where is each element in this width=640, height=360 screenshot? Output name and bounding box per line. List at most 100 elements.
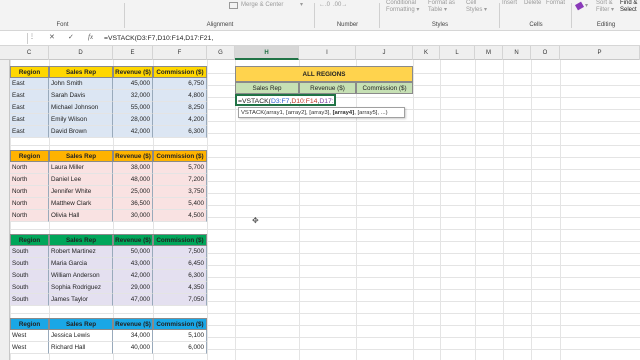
table-cell[interactable]: Maria Garcia xyxy=(49,258,113,270)
merge-center-icon[interactable] xyxy=(229,2,238,9)
function-tooltip[interactable]: VSTACK(array1, [array2], [array3], [arra… xyxy=(238,107,405,118)
formula-input[interactable] xyxy=(104,32,636,44)
table-header-cell[interactable]: Revenue ($) xyxy=(113,234,153,246)
table-cell[interactable]: 29,000 xyxy=(113,282,153,294)
table-cell[interactable]: North xyxy=(10,198,49,210)
all-regions-header-cell[interactable]: Sales Rep xyxy=(235,82,299,94)
column-header-l[interactable]: L xyxy=(440,46,475,60)
find-select-button[interactable]: Find & Select xyxy=(620,0,637,14)
table-header-cell[interactable]: Sales Rep xyxy=(49,234,113,246)
clear-eraser-icon[interactable] xyxy=(574,1,585,11)
table-cell[interactable]: Michael Johnson xyxy=(49,102,113,114)
clear-dropdown-icon[interactable]: ▾ xyxy=(585,3,588,10)
table-cell[interactable]: 42,000 xyxy=(113,126,153,138)
column-header-n[interactable]: N xyxy=(503,46,531,60)
column-header-f[interactable]: F xyxy=(153,46,207,60)
table-cell[interactable]: William Anderson xyxy=(49,270,113,282)
table-cell[interactable]: 7,200 xyxy=(153,174,207,186)
table-cell[interactable]: North xyxy=(10,186,49,198)
table-cell[interactable]: Emily Wilson xyxy=(49,114,113,126)
table-cell[interactable]: 5,100 xyxy=(153,330,207,342)
table-cell[interactable]: 50,000 xyxy=(113,246,153,258)
column-header-k[interactable]: K xyxy=(413,46,440,60)
table-header-cell[interactable]: Sales Rep xyxy=(49,150,113,162)
table-cell[interactable]: Robert Martinez xyxy=(49,246,113,258)
table-cell[interactable]: North xyxy=(10,174,49,186)
delete-button[interactable]: Delete xyxy=(524,0,541,7)
table-cell[interactable]: 47,000 xyxy=(113,294,153,306)
table-cell[interactable]: 5,400 xyxy=(153,198,207,210)
enter-icon[interactable]: ✓ xyxy=(68,33,74,41)
table-cell[interactable]: 6,450 xyxy=(153,258,207,270)
table-header-cell[interactable]: Revenue ($) xyxy=(113,318,153,330)
table-cell[interactable]: Jessica Lewis xyxy=(49,330,113,342)
format-button[interactable]: Format xyxy=(546,0,565,7)
table-cell[interactable]: 6,000 xyxy=(153,342,207,354)
merge-center-button[interactable]: Merge & Center xyxy=(241,2,283,9)
table-cell[interactable]: 7,050 xyxy=(153,294,207,306)
table-cell[interactable]: Matthew Clark xyxy=(49,198,113,210)
table-cell[interactable]: Richard Hall xyxy=(49,342,113,354)
name-box-dropdown-icon[interactable]: ⋮ xyxy=(29,33,35,40)
table-cell[interactable]: 42,000 xyxy=(113,270,153,282)
column-header-c[interactable]: C xyxy=(10,46,49,60)
table-cell[interactable]: 6,750 xyxy=(153,78,207,90)
table-cell[interactable]: East xyxy=(10,102,49,114)
table-cell[interactable]: 6,300 xyxy=(153,126,207,138)
column-header-o[interactable]: O xyxy=(531,46,560,60)
table-cell[interactable]: 7,500 xyxy=(153,246,207,258)
cell-styles-button[interactable]: Cell Styles ▾ xyxy=(466,0,487,14)
table-cell[interactable]: 6,300 xyxy=(153,270,207,282)
column-header-g[interactable]: G xyxy=(207,46,235,60)
column-header-h[interactable]: H xyxy=(235,46,299,60)
sort-filter-button[interactable]: Sort & Filter ▾ xyxy=(596,0,614,14)
insert-function-icon[interactable]: fx xyxy=(88,33,93,41)
conditional-formatting-button[interactable]: Conditional Formatting ▾ xyxy=(386,0,419,14)
column-header-e[interactable]: E xyxy=(113,46,153,60)
table-cell[interactable]: South xyxy=(10,294,49,306)
name-box[interactable] xyxy=(0,33,28,44)
active-cell-editor[interactable]: =VSTACK(D3:F7,D10:F14,D17:F21, xyxy=(235,94,336,106)
table-cell[interactable]: North xyxy=(10,210,49,222)
increase-decimal-icon[interactable]: ←.0 xyxy=(319,2,330,9)
table-header-cell[interactable]: Region xyxy=(10,150,49,162)
table-cell[interactable]: South xyxy=(10,246,49,258)
insert-button[interactable]: Insert xyxy=(502,0,517,7)
table-cell[interactable]: 3,750 xyxy=(153,186,207,198)
format-as-table-button[interactable]: Format as Table ▾ xyxy=(428,0,455,14)
cancel-icon[interactable]: ✕ xyxy=(49,33,55,41)
table-cell[interactable]: 45,000 xyxy=(113,78,153,90)
table-cell[interactable]: East xyxy=(10,126,49,138)
column-header-i[interactable]: I xyxy=(299,46,356,60)
table-cell[interactable]: West xyxy=(10,330,49,342)
table-cell[interactable]: 32,000 xyxy=(113,90,153,102)
table-cell[interactable]: North xyxy=(10,162,49,174)
table-cell[interactable]: 8,250 xyxy=(153,102,207,114)
column-header-m[interactable]: M xyxy=(475,46,503,60)
table-cell[interactable]: South xyxy=(10,282,49,294)
table-cell[interactable]: 43,000 xyxy=(113,258,153,270)
table-header-cell[interactable]: Revenue ($) xyxy=(113,150,153,162)
table-cell[interactable]: 55,000 xyxy=(113,102,153,114)
table-cell[interactable]: 4,800 xyxy=(153,90,207,102)
table-cell[interactable]: South xyxy=(10,270,49,282)
table-cell[interactable]: East xyxy=(10,78,49,90)
column-header-j[interactable]: J xyxy=(356,46,413,60)
table-cell[interactable]: East xyxy=(10,90,49,102)
table-cell[interactable]: South xyxy=(10,258,49,270)
table-cell[interactable]: 5,700 xyxy=(153,162,207,174)
all-regions-header-cell[interactable]: Commission ($) xyxy=(356,82,413,94)
table-cell[interactable]: David Brown xyxy=(49,126,113,138)
table-cell[interactable]: East xyxy=(10,114,49,126)
column-header-d[interactable]: D xyxy=(49,46,113,60)
table-cell[interactable]: John Smith xyxy=(49,78,113,90)
table-cell[interactable]: 40,000 xyxy=(113,342,153,354)
table-cell[interactable]: 38,000 xyxy=(113,162,153,174)
table-cell[interactable]: 4,500 xyxy=(153,210,207,222)
table-cell[interactable]: James Taylor xyxy=(49,294,113,306)
table-cell[interactable]: 30,000 xyxy=(113,210,153,222)
table-cell[interactable]: Sarah Davis xyxy=(49,90,113,102)
table-cell[interactable]: Sophia Rodriguez xyxy=(49,282,113,294)
table-cell[interactable]: 34,000 xyxy=(113,330,153,342)
table-cell[interactable]: 25,000 xyxy=(113,186,153,198)
